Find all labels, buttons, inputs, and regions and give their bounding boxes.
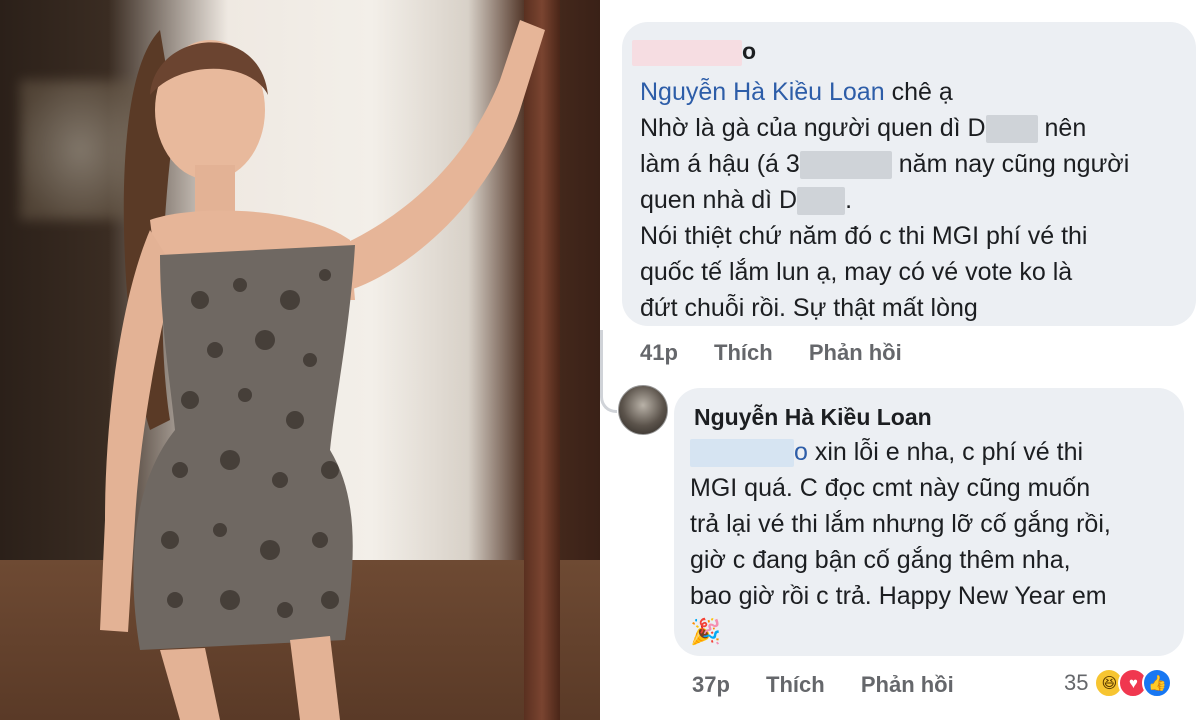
comment-line: đứt chuỗi rồi. Sự thật mất lòng [640, 294, 978, 322]
comment-actions-1: 41p Thích Phản hồi [640, 340, 932, 366]
mention-link[interactable]: Nguyễn Hà Kiều Loan [640, 78, 885, 106]
comment-line: Nói thiệt chứ năm đó c thi MGI phí vé th… [640, 222, 1088, 250]
comment-line: Nguyễn Hà Kiều Loan chê ạ [640, 78, 953, 106]
like-button[interactable]: Thích [714, 340, 773, 365]
redacted-name [632, 39, 742, 66]
like-reaction-icon: 👍 [1142, 668, 1173, 698]
comment-line: o xin lỗi e nha, c phí vé thi [690, 434, 1111, 470]
comment-line: làm á hậu (á 3 năm nay cũng người [640, 150, 1130, 180]
comment-time[interactable]: 41p [640, 340, 678, 365]
comment-author[interactable]: Nguyễn Hà Kiều Loan [694, 404, 932, 431]
woman-figure [100, 20, 545, 720]
like-button[interactable]: Thích [766, 672, 825, 697]
comment-line: trả lại vé thi lắm nhưng lỡ cố gắng rồi, [690, 510, 1111, 538]
party-emoji: 🎉 [690, 618, 722, 646]
redacted-text [799, 151, 892, 180]
comment-bubble-2: Nguyễn Hà Kiều Loan o xin lỗi e nha, c p… [674, 388, 1184, 656]
comment-line: quốc tế lắm lun ạ, may có vé vote ko là [640, 258, 1073, 286]
comment-line: MGI quá. C đọc cmt này cũng muốn [690, 474, 1091, 502]
comment-actions-2: 37p Thích Phản hồi [692, 672, 984, 698]
mention-link[interactable]: o [690, 438, 808, 468]
comment-author[interactable]: o [632, 38, 756, 66]
photo-panel [0, 0, 600, 720]
comment-line: bao giờ rồi c trả. Happy New Year em [690, 582, 1107, 610]
redacted-text [985, 115, 1038, 144]
redacted-name [690, 439, 794, 468]
reaction-summary[interactable]: 35 😆 ♥ 👍 [1064, 668, 1173, 698]
reaction-count: 35 [1064, 670, 1089, 695]
reply-connector [600, 330, 617, 413]
comment-bubble-1: o Nguyễn Hà Kiều Loan chê ạ Nhờ là gà củ… [622, 22, 1196, 326]
comment-thread: o Nguyễn Hà Kiều Loan chê ạ Nhờ là gà củ… [600, 0, 1200, 720]
avatar[interactable] [618, 385, 668, 435]
redacted-text [797, 187, 846, 216]
comment-line: quen nhà dì D. [640, 186, 853, 216]
comment-line: giờ c đang bận cố gắng thêm nha, [690, 546, 1071, 574]
reply-button[interactable]: Phản hồi [861, 672, 954, 697]
comment-time[interactable]: 37p [692, 672, 730, 697]
comment-line: Nhờ là gà của người quen dì D nên [640, 114, 1087, 144]
reply-button[interactable]: Phản hồi [809, 340, 902, 365]
